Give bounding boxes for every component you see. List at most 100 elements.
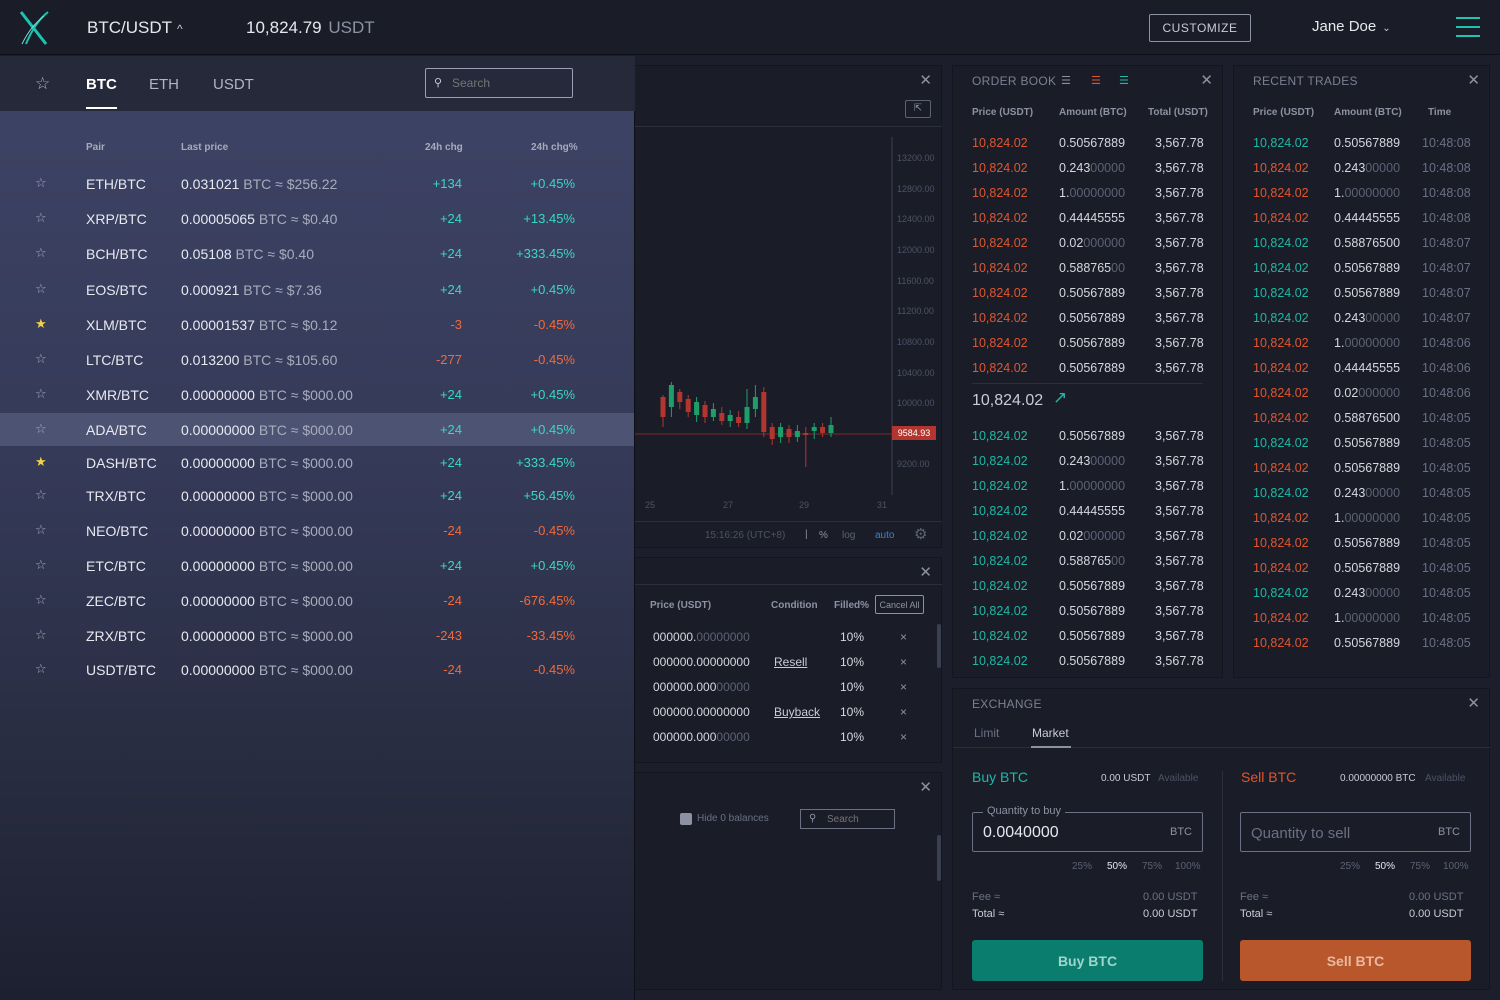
market-row[interactable]: ☆ ZRX/BTC 0.00000000 BTC ≈ $000.00 -243 -33.… — [0, 619, 634, 652]
logo-icon[interactable] — [18, 10, 52, 46]
cancel-order-icon[interactable]: × — [900, 630, 907, 644]
trade-amount: 0.02000000 — [1334, 386, 1400, 400]
buy-pct-75[interactable]: 75% — [1142, 861, 1162, 872]
balances-search-input[interactable] — [800, 809, 895, 829]
scrollbar[interactable] — [937, 624, 941, 668]
close-icon[interactable]: ✕ — [1200, 71, 1213, 89]
order-condition-link[interactable]: Resell — [774, 655, 807, 669]
pair-name: NEO/BTC — [86, 523, 149, 539]
market-row[interactable]: ★ DASH/BTC 0.00000000 BTC ≈ $000.00 +24 +333… — [0, 446, 634, 479]
book-both-icon[interactable]: ☰ — [1061, 74, 1071, 87]
market-row[interactable]: ☆ NEO/BTC 0.00000000 BTC ≈ $000.00 -24 -0.45… — [0, 514, 634, 547]
last-price-approx: BTC ≈ $105.60 — [243, 352, 338, 368]
sell-fee-value: 0.00 USDT — [1409, 891, 1464, 903]
star-icon[interactable]: ☆ — [35, 592, 47, 608]
market-row[interactable]: ☆ XMR/BTC 0.00000000 BTC ≈ $000.00 +24 +0.45… — [0, 378, 634, 411]
trade-amount-dim: 00000 — [1365, 161, 1401, 175]
chart-area[interactable]: 13200.00 12800.00 12400.00 12000.00 11600.00… — [635, 126, 942, 495]
order-price: 000000.00000000 — [653, 730, 750, 744]
book-bids-icon[interactable]: ☰ — [1119, 74, 1129, 87]
sell-pct-75[interactable]: 75% — [1410, 861, 1430, 872]
market-row[interactable]: ★ XLM/BTC 0.00001537 BTC ≈ $0.12 -3 -0.45% — [0, 308, 634, 341]
sell-pct-25[interactable]: 25% — [1340, 861, 1360, 872]
sell-pct-100[interactable]: 100% — [1443, 861, 1469, 872]
trade-amount-value: 0.50567889 — [1334, 461, 1401, 475]
star-icon[interactable]: ☆ — [35, 245, 47, 261]
close-icon[interactable]: ✕ — [1467, 694, 1480, 712]
log-toggle[interactable]: log — [842, 530, 855, 541]
gear-icon[interactable]: ⚙ — [914, 525, 927, 543]
market-row[interactable]: ☆ USDT/BTC 0.00000000 BTC ≈ $000.00 -24 -0.4… — [0, 653, 634, 686]
star-icon[interactable]: ☆ — [35, 487, 47, 503]
close-icon[interactable]: ✕ — [1467, 71, 1480, 89]
sell-pct-50[interactable]: 50% — [1375, 861, 1395, 872]
cancel-all-button[interactable]: Cancel All — [875, 595, 924, 614]
tab-market[interactable]: Market — [1032, 726, 1069, 740]
pair-selector[interactable]: BTC/USDT ^ — [87, 18, 183, 38]
tab-usdt[interactable]: USDT — [213, 76, 254, 93]
pair-label: BTC/USDT — [87, 18, 172, 37]
scrollbar[interactable] — [937, 835, 941, 881]
sell-btc-button[interactable]: Sell BTC — [1240, 940, 1471, 981]
market-row[interactable]: ☆ BCH/BTC 0.05108 BTC ≈ $0.40 +24 +333.45% — [0, 237, 634, 270]
tab-eth[interactable]: ETH — [149, 76, 179, 93]
fullscreen-icon[interactable]: ⇱ — [905, 100, 931, 118]
buy-pct-100[interactable]: 100% — [1175, 861, 1201, 872]
market-row[interactable]: ☆ XRP/BTC 0.00005065 BTC ≈ $0.40 +24 +13.45% — [0, 202, 634, 235]
book-asks-icon[interactable]: ☰ — [1091, 74, 1101, 87]
buy-pct-25[interactable]: 25% — [1072, 861, 1092, 872]
hamburger-menu-icon[interactable] — [1456, 17, 1480, 39]
order-condition-link[interactable]: Buyback — [774, 705, 820, 719]
star-icon[interactable]: ☆ — [35, 661, 47, 677]
sell-quantity-placeholder[interactable]: Quantity to sell — [1251, 825, 1350, 842]
buy-quantity-field[interactable]: Quantity to buy 0.0040000 BTC — [972, 805, 1203, 852]
tab-limit[interactable]: Limit — [974, 726, 999, 740]
cancel-order-icon[interactable]: × — [900, 680, 907, 694]
user-menu[interactable]: Jane Doe ⌄ — [1312, 18, 1391, 35]
buy-quantity-value[interactable]: 0.0040000 — [983, 824, 1059, 842]
close-icon[interactable]: ✕ — [919, 778, 932, 796]
star-icon[interactable]: ☆ — [35, 386, 47, 402]
cancel-order-icon[interactable]: × — [900, 730, 907, 744]
market-row[interactable]: ☆ TRX/BTC 0.00000000 BTC ≈ $000.00 +24 +56.4… — [0, 479, 634, 512]
star-icon[interactable]: ☆ — [35, 522, 47, 538]
customize-button[interactable]: CUSTOMIZE — [1149, 14, 1251, 42]
star-icon[interactable]: ☆ — [35, 627, 47, 643]
market-row[interactable]: ☆ ZEC/BTC 0.00000000 BTC ≈ $000.00 -24 -676.… — [0, 584, 634, 617]
star-icon[interactable]: ☆ — [35, 351, 47, 367]
star-filled-icon[interactable]: ★ — [35, 454, 47, 470]
star-icon[interactable]: ☆ — [35, 421, 47, 437]
star-icon[interactable]: ☆ — [35, 281, 47, 297]
trade-price: 10,824.02 — [1253, 536, 1309, 550]
market-row[interactable]: ☆ ETC/BTC 0.00000000 BTC ≈ $000.00 +24 +0.45… — [0, 549, 634, 582]
sell-quantity-field[interactable]: Quantity to sell BTC — [1240, 812, 1471, 852]
star-icon[interactable]: ☆ — [35, 557, 47, 573]
market-row[interactable]: ☆ LTC/BTC 0.013200 BTC ≈ $105.60 -277 -0.45% — [0, 343, 634, 376]
star-icon[interactable]: ☆ — [35, 210, 47, 226]
last-price-approx: BTC ≈ $7.36 — [243, 282, 322, 298]
buy-btc-button[interactable]: Buy BTC — [972, 940, 1203, 981]
ob-total: 3,567.78 — [1155, 211, 1204, 225]
market-row[interactable]: ☆ ADA/BTC 0.00000000 BTC ≈ $000.00 +24 +0.45… — [0, 413, 634, 446]
cancel-order-icon[interactable]: × — [900, 705, 907, 719]
buy-pct-50[interactable]: 50% — [1107, 861, 1127, 872]
market-search-input[interactable] — [425, 68, 573, 98]
favorites-star-icon[interactable]: ☆ — [35, 74, 50, 94]
star-filled-icon[interactable]: ★ — [35, 316, 47, 332]
ob-price: 10,824.02 — [972, 429, 1028, 443]
ob-amount: 0.50567889 — [1059, 286, 1125, 300]
star-icon[interactable]: ☆ — [35, 175, 47, 191]
hide-zero-checkbox[interactable] — [680, 813, 692, 825]
close-icon[interactable]: ✕ — [919, 563, 932, 581]
tab-btc[interactable]: BTC — [86, 76, 117, 109]
candle-body — [710, 409, 716, 417]
rt-time-header: Time — [1428, 107, 1452, 118]
auto-toggle[interactable]: auto — [875, 530, 894, 541]
ob-amount: 0.24300000 — [1059, 161, 1125, 175]
cancel-order-icon[interactable]: × — [900, 655, 907, 669]
close-icon[interactable]: ✕ — [919, 71, 932, 89]
market-row[interactable]: ☆ ETH/BTC 0.031021 BTC ≈ $256.22 +134 +0.45% — [0, 167, 634, 200]
percent-toggle[interactable]: % — [819, 530, 828, 541]
candle-body — [786, 429, 792, 437]
market-row[interactable]: ☆ EOS/BTC 0.000921 BTC ≈ $7.36 +24 +0.45% — [0, 273, 634, 306]
